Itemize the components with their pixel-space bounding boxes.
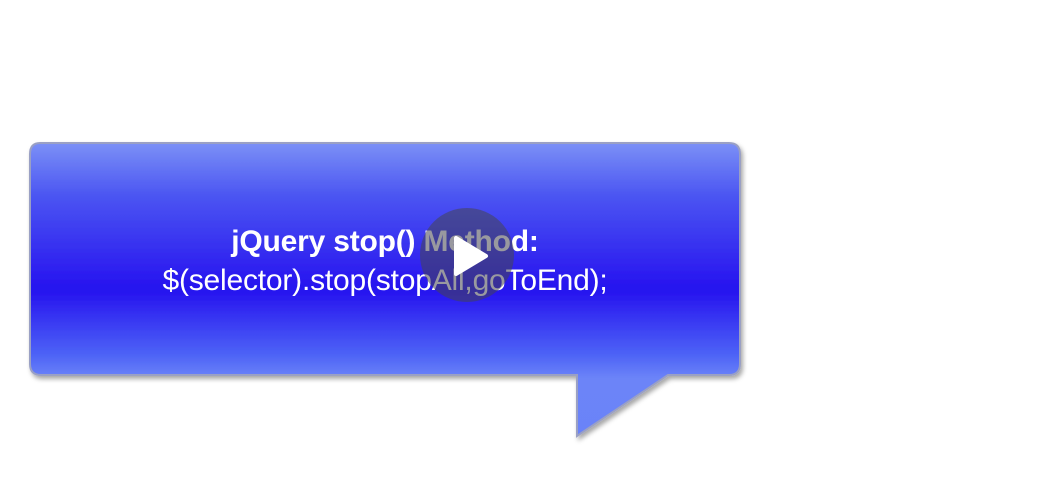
- syntax-line: $(selector).stop(stopAll,goToEnd);: [162, 264, 608, 297]
- slide-title: jQuery stop() Method:: [231, 225, 539, 258]
- bubble-text: jQuery stop() Method: $(selector).stop(s…: [30, 143, 740, 375]
- video-frame: jQuery stop() Method: $(selector).stop(s…: [0, 0, 1042, 491]
- play-button[interactable]: [420, 208, 514, 302]
- play-icon: [454, 236, 488, 276]
